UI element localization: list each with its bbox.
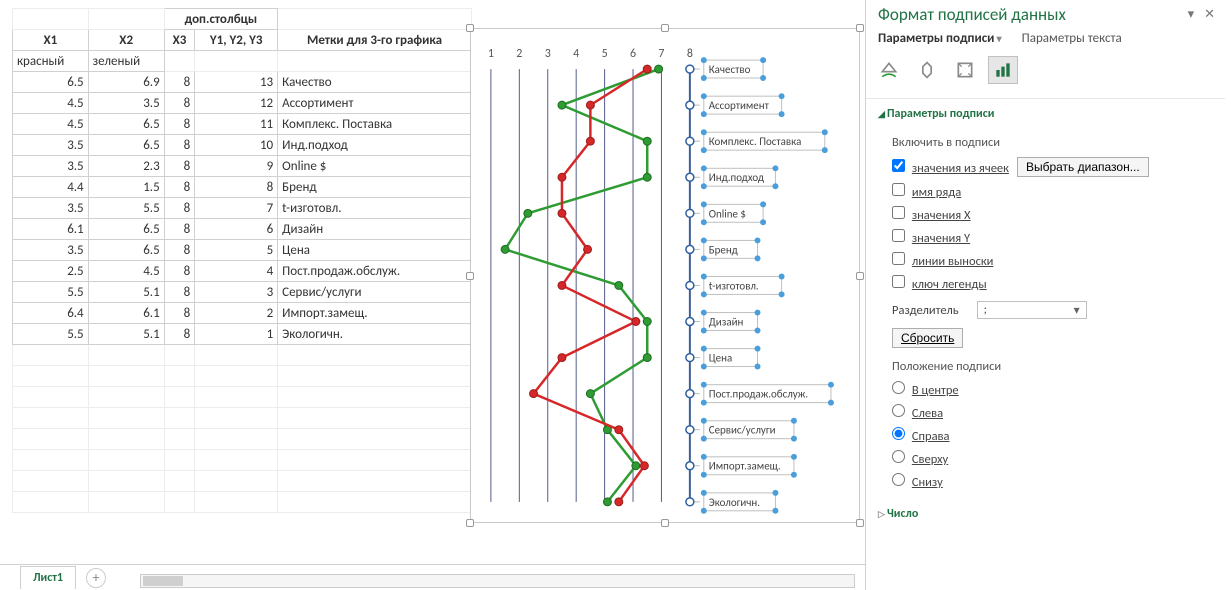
- svg-text:3: 3: [545, 47, 551, 61]
- col-y: Y1, Y2, Y3: [195, 30, 278, 51]
- col-x2: X2: [88, 30, 164, 51]
- col-labels: Метки для 3-го графика: [278, 30, 472, 51]
- pane-title: Формат подписей данных: [878, 4, 1066, 25]
- cb-x-values[interactable]: [892, 206, 905, 219]
- svg-text:Инд.подход: Инд.подход: [709, 171, 764, 184]
- section-number[interactable]: Число: [878, 507, 1213, 521]
- svg-text:4: 4: [573, 47, 579, 61]
- table-row[interactable]: 6.46.182Импорт.замещ.: [13, 303, 472, 324]
- svg-text:6: 6: [630, 47, 636, 61]
- sub-red[interactable]: красный: [13, 51, 89, 72]
- svg-text:Ассортимент: Ассортимент: [709, 99, 770, 112]
- sheet-tab-bar: Лист1 +: [0, 564, 865, 590]
- data-table[interactable]: доп.столбцы X1 X2 X3 Y1, Y2, Y3 Метки дл…: [12, 8, 472, 513]
- horizontal-scrollbar[interactable]: [140, 574, 855, 588]
- merged-header: доп.столбцы: [164, 9, 277, 30]
- table-row[interactable]: 5.55.183Сервис/услуги: [13, 282, 472, 303]
- cb-legend-key[interactable]: [892, 275, 905, 288]
- pane-close-icon[interactable]: ✕: [1204, 7, 1215, 22]
- btn-select-range[interactable]: Выбрать диапазон...: [1017, 157, 1149, 177]
- svg-text:Цена: Цена: [709, 352, 732, 365]
- table-row[interactable]: 4.41.588Бренд: [13, 177, 472, 198]
- svg-text:Качество: Качество: [709, 63, 751, 76]
- cb-y-values[interactable]: [892, 229, 905, 242]
- tab-text-options[interactable]: Параметры текста: [1022, 31, 1122, 46]
- table-row[interactable]: 4.56.5811Комплекс. Поставка: [13, 114, 472, 135]
- svg-text:7: 7: [658, 47, 664, 61]
- effects-icon[interactable]: [912, 56, 942, 84]
- sheet-tab[interactable]: Лист1: [20, 566, 76, 589]
- format-pane: Формат подписей данных ▾ ✕ Параметры под…: [865, 0, 1225, 590]
- svg-text:Сервис/услуги: Сервис/услуги: [709, 424, 776, 437]
- table-row[interactable]: 3.56.5810Инд.подход: [13, 135, 472, 156]
- svg-text:Дизайн: Дизайн: [709, 315, 744, 328]
- svg-text:2: 2: [516, 47, 522, 61]
- table-row[interactable]: 3.56.585Цена: [13, 240, 472, 261]
- size-icon[interactable]: [950, 56, 980, 84]
- table-row[interactable]: 6.16.586Дизайн: [13, 219, 472, 240]
- fill-line-icon[interactable]: [874, 56, 904, 84]
- label-options-icon[interactable]: [988, 56, 1018, 84]
- radio-top[interactable]: [892, 450, 905, 463]
- table-row[interactable]: 3.55.587t-изготовл.: [13, 198, 472, 219]
- tab-label-options[interactable]: Параметры подписи: [878, 31, 1002, 46]
- include-label: Включить в подписи: [892, 135, 1213, 150]
- separator-select[interactable]: ;: [977, 301, 1087, 319]
- svg-text:t-изготовл.: t-изготовл.: [709, 279, 759, 292]
- svg-text:5: 5: [602, 47, 608, 61]
- cb-values-from-cells[interactable]: [892, 159, 905, 172]
- radio-right[interactable]: [892, 427, 905, 440]
- radio-center[interactable]: [892, 381, 905, 394]
- svg-text:Импорт.замещ.: Импорт.замещ.: [709, 460, 781, 473]
- position-label: Положение подписи: [892, 359, 1213, 374]
- cb-series-name[interactable]: [892, 183, 905, 196]
- svg-text:Online $: Online $: [709, 207, 746, 220]
- svg-text:1: 1: [488, 47, 494, 61]
- table-row[interactable]: 5.55.181Экологичн.: [13, 324, 472, 345]
- chart-plot[interactable]: 1 2 3 4 5 6 7 8 Качество Ассортимент Комплекс. Пос…: [471, 29, 859, 522]
- pane-icon-tabs: [866, 52, 1225, 99]
- sub-green[interactable]: зеленый: [88, 51, 164, 72]
- svg-text:Бренд: Бренд: [709, 243, 738, 256]
- radio-bottom[interactable]: [892, 473, 905, 486]
- pane-dropdown-icon[interactable]: ▾: [1188, 7, 1195, 22]
- cb-leader-lines[interactable]: [892, 252, 905, 265]
- section-label-options[interactable]: Параметры подписи: [878, 107, 1213, 121]
- add-sheet-button[interactable]: +: [86, 568, 106, 588]
- svg-text:Экологичн.: Экологичн.: [709, 496, 760, 509]
- table-row[interactable]: 6.56.9813Качество: [13, 72, 472, 93]
- col-x3: X3: [164, 30, 195, 51]
- radio-left[interactable]: [892, 404, 905, 417]
- col-x1: X1: [13, 30, 89, 51]
- svg-text:Пост.продаж.обслуж.: Пост.продаж.обслуж.: [709, 388, 809, 401]
- table-row[interactable]: 4.53.5812Ассортимент: [13, 93, 472, 114]
- chart-object[interactable]: 1 2 3 4 5 6 7 8 Качество Ассортимент Комплекс. Пос…: [470, 28, 860, 523]
- svg-text:Комплекс. Поставка: Комплекс. Поставка: [709, 135, 802, 148]
- btn-reset[interactable]: Сбросить: [892, 328, 963, 348]
- table-row[interactable]: 2.54.584Пост.продаж.обслуж.: [13, 261, 472, 282]
- svg-text:8: 8: [687, 47, 693, 61]
- table-row[interactable]: 3.52.389Online $: [13, 156, 472, 177]
- separator-label: Разделитель: [892, 303, 959, 318]
